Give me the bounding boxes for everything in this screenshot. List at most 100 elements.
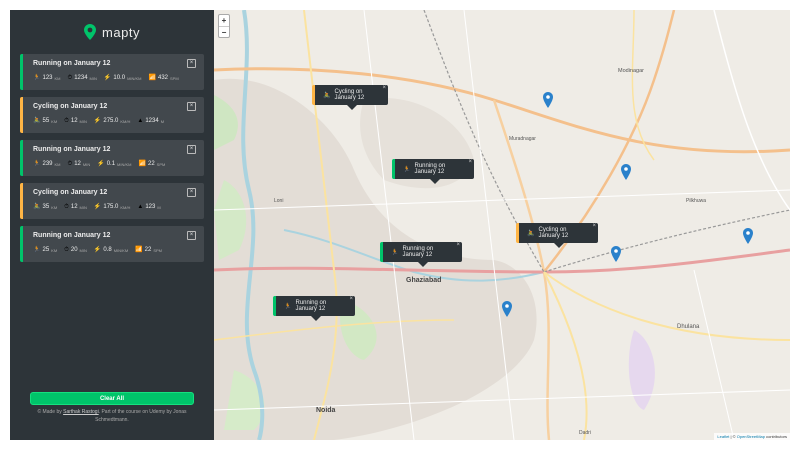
duration-stat: ⏱ 1234 MIN <box>68 75 97 81</box>
workout-title: Running on January 12 <box>33 146 111 153</box>
lightning-icon: ⚡ <box>93 204 102 210</box>
map-marker-icon[interactable] <box>743 228 753 244</box>
workout-card[interactable]: Running on January 12 × 🏃 123 KM ⏱ 1234 … <box>20 54 204 90</box>
workout-card[interactable]: Running on January 12 × 🏃 25 KM ⏱ 20 MIN… <box>20 226 204 262</box>
running-icon: 🏃 <box>403 166 411 173</box>
duration-unit: MIN <box>82 161 91 167</box>
duration-unit: MIN <box>89 75 97 81</box>
close-icon[interactable]: × <box>187 59 196 68</box>
close-icon[interactable]: × <box>187 145 196 154</box>
workout-popup[interactable]: 🏃 Running on January 12 × <box>392 159 474 184</box>
map-marker-icon[interactable] <box>502 301 512 317</box>
workout-popup[interactable]: 🏃 Running on January 12 × <box>273 296 355 321</box>
cadence-unit: M <box>157 204 161 210</box>
app: mapty Running on January 12 × 🏃 123 KM ⏱… <box>10 10 790 440</box>
leaflet-link[interactable]: Leaflet <box>717 434 729 439</box>
duration-value: 20 <box>70 247 78 253</box>
cadence-unit: M <box>160 118 165 124</box>
distance-unit: KM <box>54 75 61 81</box>
running-icon: 🏃 <box>33 161 41 167</box>
map-attribution: Leaflet | © OpenStreetMap contributors <box>714 433 790 440</box>
workout-title: Cycling on January 12 <box>33 189 108 196</box>
distance-unit: KM <box>51 204 58 210</box>
workout-title: Running on January 12 <box>33 60 111 67</box>
distance-value: 55 <box>42 118 50 124</box>
popup-text: Running on January 12 <box>402 246 434 258</box>
cadence-unit: SPM <box>153 247 163 253</box>
label-loni: Loni <box>274 198 283 204</box>
label-dadri: Dadri <box>579 430 591 436</box>
close-icon[interactable]: × <box>187 231 196 240</box>
close-icon[interactable]: × <box>382 85 386 91</box>
close-icon[interactable]: × <box>456 242 460 248</box>
stopwatch-icon: ⏱ <box>67 75 73 81</box>
workout-title: Running on January 12 <box>33 232 111 239</box>
zoom-control: + − <box>218 14 230 38</box>
distance-stat: 🏃 239 KM <box>33 161 61 167</box>
duration-unit: MIN <box>79 204 87 210</box>
popup-text: Running on January 12 <box>414 163 446 175</box>
distance-unit: KM <box>54 161 61 167</box>
workout-card[interactable]: Cycling on January 12 × 🚴 55 KM ⏱ 12 MIN… <box>20 97 204 133</box>
logo-pin-icon <box>84 24 97 40</box>
pace-unit: MIN/KM <box>113 247 129 253</box>
cadence-unit: SPM <box>170 75 179 81</box>
workout-list: Running on January 12 × 🏃 123 KM ⏱ 1234 … <box>20 54 204 262</box>
running-icon: 🏃 <box>391 249 399 256</box>
map[interactable]: Ghaziabad Noida Loni Dhulana Pilkhuwa Mo… <box>214 10 790 440</box>
attribution-tail: contributors <box>764 434 787 439</box>
duration-value: 12 <box>74 161 81 167</box>
cycling-icon: 🚴 <box>527 230 535 237</box>
sidebar: mapty Running on January 12 × 🏃 123 KM ⏱… <box>10 10 214 440</box>
duration-stat: ⏱ 12 MIN <box>64 204 87 210</box>
popup-text: Cycling on January 12 <box>538 227 569 239</box>
clear-all-button[interactable]: Clear All <box>30 392 194 405</box>
copyright-prefix: © Made by <box>37 409 64 415</box>
duration-unit: MIN <box>79 118 87 124</box>
distance-value: 25 <box>42 247 50 253</box>
close-icon[interactable]: × <box>468 159 472 165</box>
workout-popup[interactable]: 🏃 Running on January 12 × <box>380 242 462 267</box>
lightning-icon: ⚡ <box>93 118 102 124</box>
close-icon[interactable]: × <box>187 102 196 111</box>
workout-popup[interactable]: 🚴 Cycling on January 12 × <box>516 223 598 248</box>
label-dhulana: Dhulana <box>677 324 700 330</box>
lightning-icon: ⚡ <box>93 247 102 253</box>
close-icon[interactable]: × <box>187 188 196 197</box>
label-muradnagar: Muradnagar <box>509 136 536 142</box>
duration-stat: ⏱ 12 MIN <box>64 118 87 124</box>
zoom-out-button[interactable]: − <box>219 26 229 37</box>
workout-title: Cycling on January 12 <box>33 103 108 110</box>
cadence-stat: 📶 22 SPM <box>135 247 162 253</box>
map-marker-icon[interactable] <box>611 246 621 262</box>
pace-stat: ⚡ 0.1 MIN/KM <box>97 161 131 167</box>
pace-stat: ⚡ 275.0 KM/H <box>94 118 131 124</box>
workout-card[interactable]: Running on January 12 × 🏃 239 KM ⏱ 12 MI… <box>20 140 204 176</box>
pace-unit: MIN/KM <box>117 161 132 167</box>
stopwatch-icon: ⏱ <box>67 161 73 167</box>
bars-icon: 📶 <box>138 161 146 167</box>
workout-card[interactable]: Cycling on January 12 × 🚴 35 KM ⏱ 12 MIN… <box>20 183 204 219</box>
pace-value: 175.0 <box>103 204 119 210</box>
pace-unit: KM/H <box>120 204 131 210</box>
distance-value: 35 <box>42 204 50 210</box>
zoom-in-button[interactable]: + <box>219 15 229 26</box>
label-ghaziabad: Ghaziabad <box>406 277 441 284</box>
distance-unit: KM <box>51 247 58 253</box>
map-marker-icon[interactable] <box>543 92 553 108</box>
workout-popup[interactable]: 🚴 Cycling on January 12 × <box>312 85 388 110</box>
author-link[interactable]: Sarthak Rastogi <box>63 409 99 415</box>
running-icon: 🏃 <box>284 303 292 310</box>
mountain-icon: ▲ <box>137 204 144 210</box>
close-icon[interactable]: × <box>592 223 596 229</box>
pace-stat: ⚡ 10.0 MIN/KM <box>104 75 142 81</box>
bars-icon: 📶 <box>135 247 143 253</box>
osm-link[interactable]: OpenStreetMap <box>737 434 765 439</box>
cadence-stat: 📶 22 SPM <box>139 161 166 167</box>
cadence-value: 123 <box>145 204 156 210</box>
label-modinagar: Modinagar <box>618 68 644 74</box>
close-icon[interactable]: × <box>349 296 353 302</box>
map-marker-icon[interactable] <box>621 164 631 180</box>
duration-unit: MIN <box>79 247 87 253</box>
cycling-icon: 🚴 <box>33 204 41 210</box>
